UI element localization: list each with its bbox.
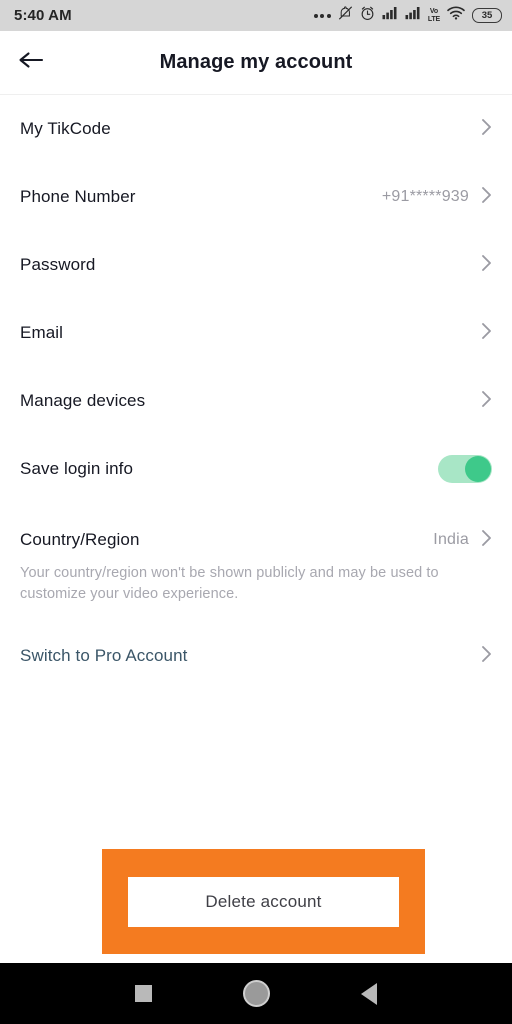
chevron-right-icon: [481, 186, 492, 209]
country-region-block: Country/Region India Your country/region…: [20, 503, 492, 611]
country-region-description: Your country/region won't be shown publi…: [20, 565, 439, 602]
list-item-label: My TikCode: [20, 119, 111, 138]
list-item-right: [481, 645, 492, 668]
list-item-label: Password: [20, 255, 96, 274]
list-item-label: Email: [20, 323, 64, 342]
list-item-switch-to-pro-account[interactable]: Switch to Pro Account: [20, 633, 492, 679]
switch-to-pro-label: Switch to Pro Account: [20, 646, 188, 665]
alarm-clock-icon: [360, 6, 375, 26]
list-item-phone-number[interactable]: Phone Number +91*****939: [20, 163, 492, 231]
phone-screen: 5:40 AM Vo LTE 35 Manage my account My T…: [0, 0, 512, 1024]
android-nav-bar: [0, 963, 512, 1024]
phone-number-value: +91*****939: [381, 188, 469, 205]
battery-icon: 35: [472, 8, 502, 23]
chevron-right-icon: [481, 645, 492, 668]
list-item-right: [481, 118, 492, 141]
signal-bars-icon: [405, 6, 421, 25]
page-title: Manage my account: [159, 51, 353, 73]
chevron-right-icon: [481, 322, 492, 345]
list-item-right: [481, 254, 492, 277]
volte-line-1: Vo: [429, 8, 438, 15]
list-item-label: Manage devices: [20, 391, 146, 410]
list-item-right: +91*****939: [382, 186, 492, 209]
chevron-right-icon: [481, 390, 492, 413]
list-item-label: Phone Number: [20, 187, 136, 206]
list-item-label: Save login info: [20, 459, 134, 478]
list-item-manage-devices[interactable]: Manage devices: [20, 367, 492, 435]
signal-bars-icon: [382, 6, 398, 25]
wifi-icon: [447, 6, 465, 25]
square-icon[interactable]: [135, 985, 153, 1002]
chevron-right-icon: [481, 254, 492, 277]
status-bar-clock: 5:40 AM: [14, 7, 72, 24]
settings-list: My TikCode Phone Number +91*****939 Pass…: [0, 95, 512, 679]
save-login-info-toggle[interactable]: [438, 455, 492, 483]
list-item-password[interactable]: Password: [20, 231, 492, 299]
country-region-label: Country/Region: [20, 530, 140, 549]
list-item-right: India: [433, 529, 492, 552]
pro-account-block: Switch to Pro Account: [20, 611, 492, 679]
circle-icon[interactable]: [242, 980, 270, 1007]
triangle-left-icon[interactable]: [360, 982, 377, 1005]
list-item-right: [481, 322, 492, 345]
bell-muted-icon: [338, 5, 353, 26]
status-bar-icons: Vo LTE 35: [313, 5, 502, 26]
app-header: Manage my account: [0, 31, 512, 95]
list-item-my-tikcode[interactable]: My TikCode: [20, 95, 492, 163]
list-item-right: [481, 390, 492, 413]
list-item-save-login-info[interactable]: Save login info: [20, 435, 492, 503]
status-bar: 5:40 AM Vo LTE 35: [0, 0, 512, 31]
toggle-knob: [465, 456, 491, 482]
volte-icon: Vo LTE: [428, 8, 440, 23]
back-button[interactable]: [0, 31, 62, 95]
arrow-left-icon: [17, 48, 45, 77]
chevron-right-icon: [481, 529, 492, 552]
chevron-right-icon: [481, 118, 492, 141]
list-item-email[interactable]: Email: [20, 299, 492, 367]
volte-line-2: LTE: [427, 15, 440, 23]
list-item-country-region[interactable]: Country/Region India: [20, 517, 492, 563]
more-dots-icon: [313, 13, 331, 18]
delete-account-button[interactable]: Delete account: [128, 877, 399, 927]
country-region-value: India: [433, 531, 469, 548]
